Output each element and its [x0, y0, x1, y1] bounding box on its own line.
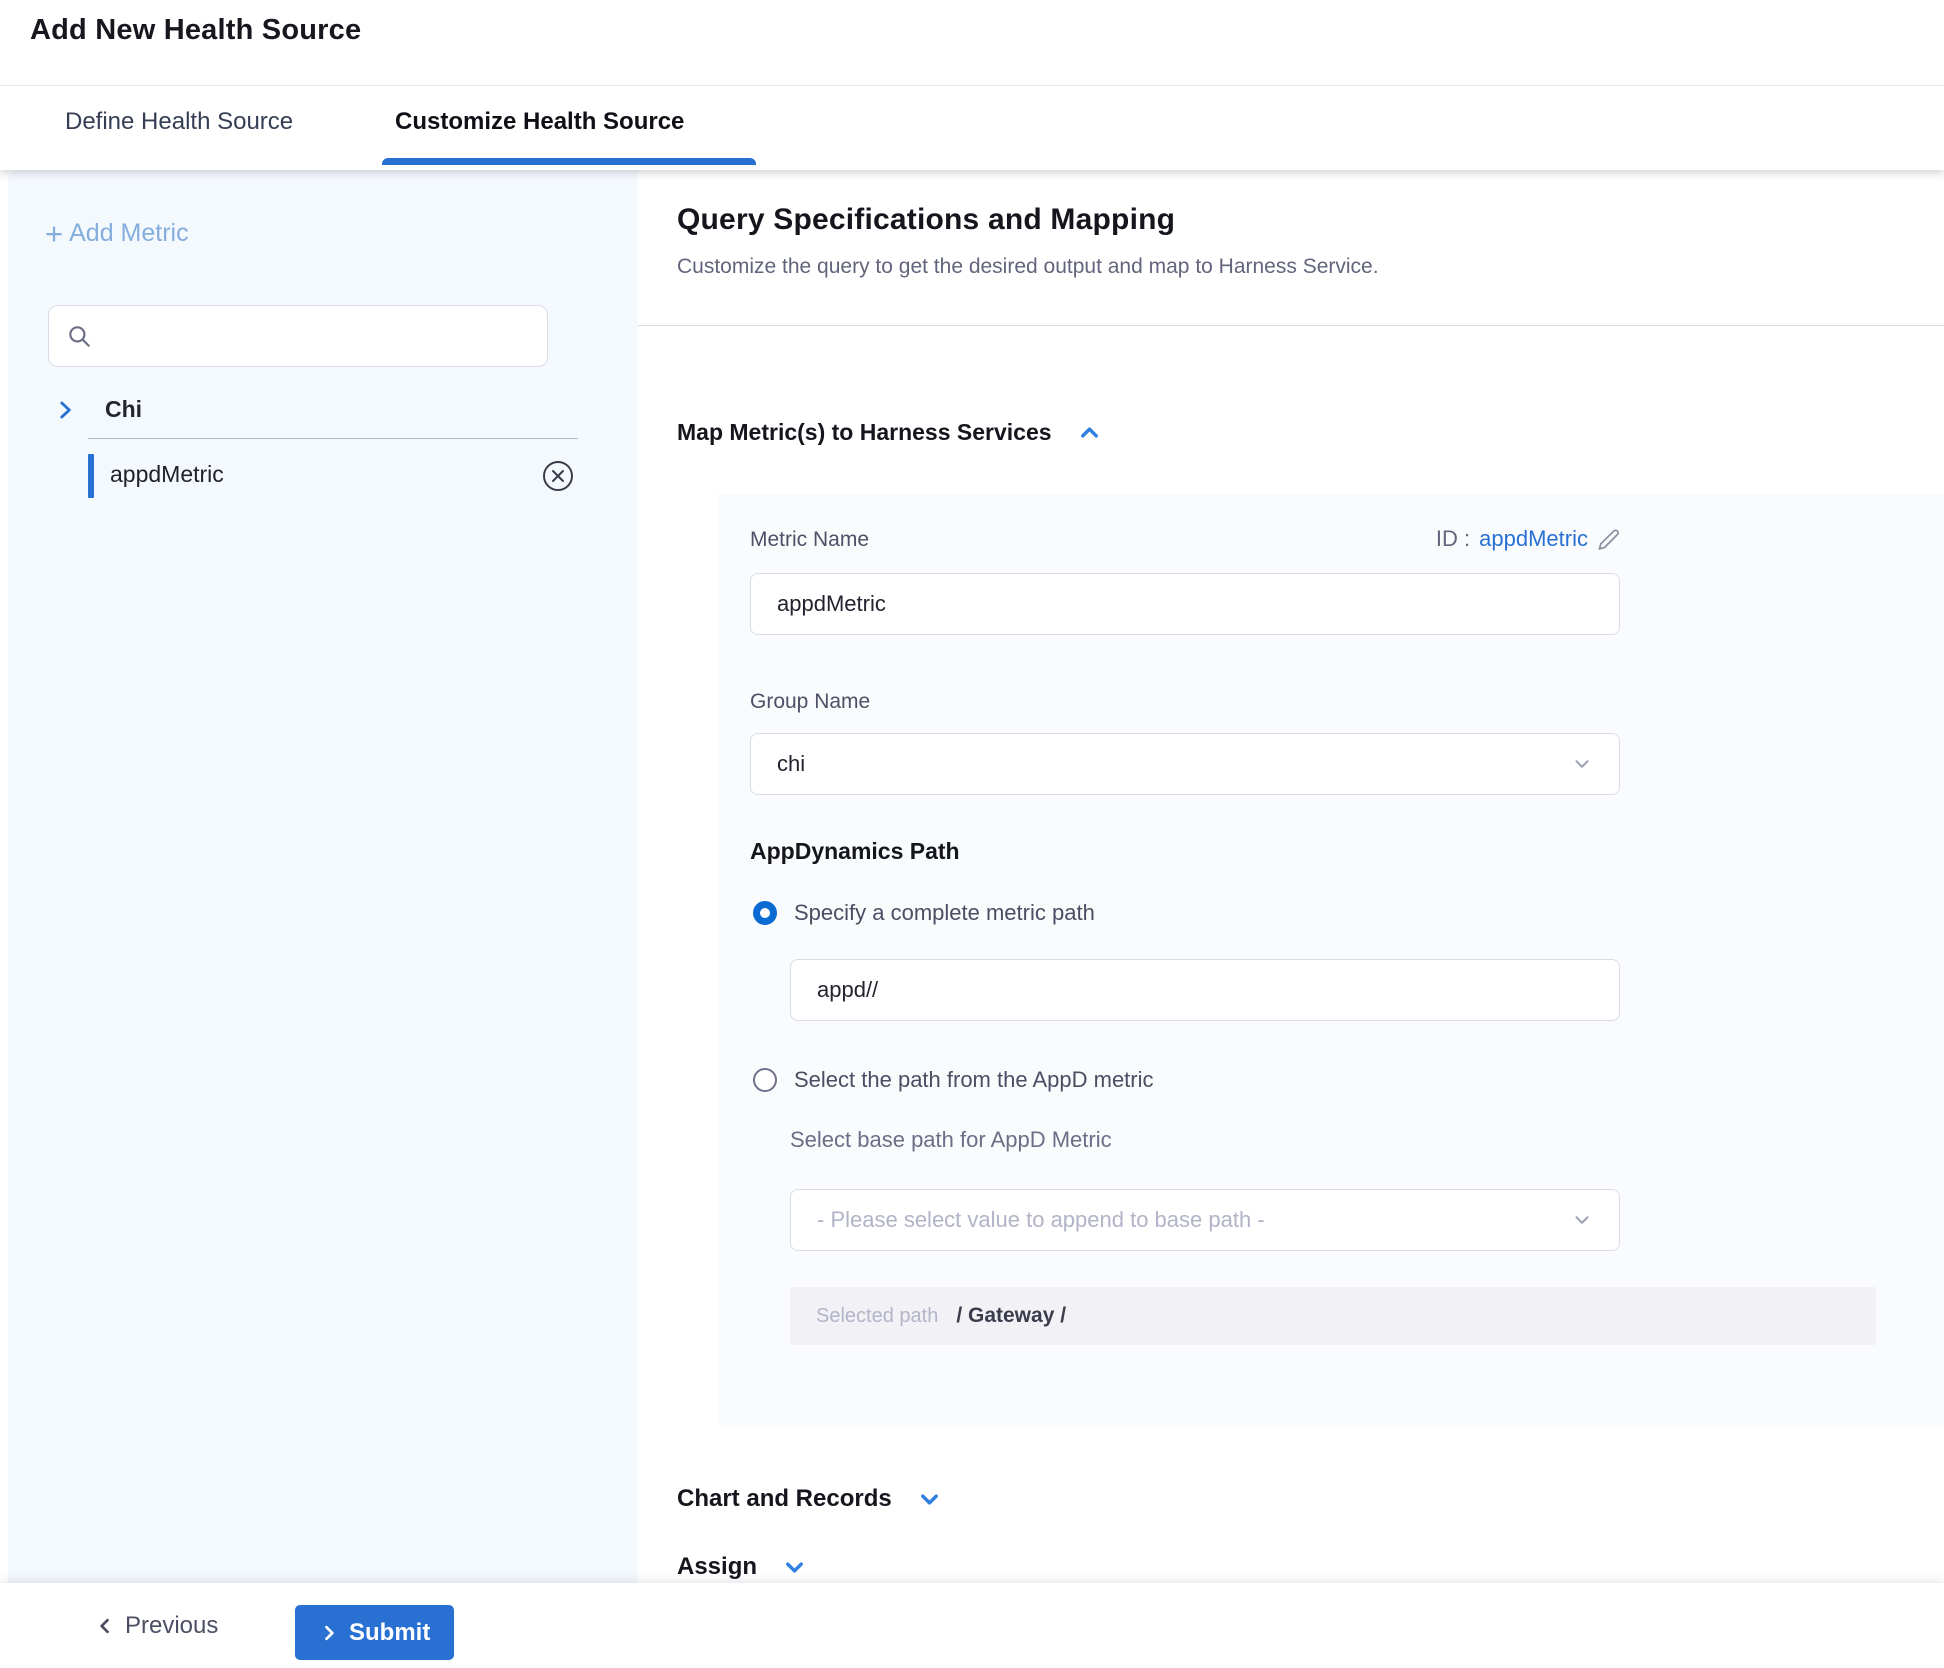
base-path-select[interactable]: - Please select value to append to base …	[790, 1189, 1620, 1251]
radio-complete-metric-path-label: Specify a complete metric path	[794, 900, 1095, 926]
tab-define-label: Define Health Source	[65, 108, 293, 136]
submit-button-label: Submit	[349, 1619, 430, 1647]
map-metrics-section-label: Map Metric(s) to Harness Services	[677, 419, 1052, 446]
metric-item-label: appdMetric	[110, 461, 224, 488]
header-divider	[0, 85, 1944, 86]
tab-define-health-source[interactable]: Define Health Source	[65, 86, 293, 158]
selected-path-box: Selected path / Gateway /	[790, 1287, 1876, 1345]
assign-label: Assign	[677, 1553, 757, 1581]
edit-id-icon[interactable]	[1597, 528, 1620, 551]
plus-icon: +	[45, 218, 63, 249]
base-path-placeholder: - Please select value to append to base …	[817, 1207, 1265, 1233]
group-name-select[interactable]: chi	[750, 733, 1620, 795]
previous-button[interactable]: Previous	[95, 1583, 218, 1668]
submit-button[interactable]: Submit	[295, 1605, 454, 1660]
radio-select-appd-path-label: Select the path from the AppD metric	[794, 1067, 1154, 1093]
tab-customize-label: Customize Health Source	[395, 108, 684, 136]
section-subtitle: Customize the query to get the desired o…	[677, 255, 1379, 279]
section-title: Query Specifications and Mapping	[677, 203, 1175, 237]
chevron-up-icon	[1076, 419, 1103, 446]
metric-search-input[interactable]	[48, 305, 548, 367]
chart-and-records-label: Chart and Records	[677, 1485, 892, 1513]
complete-metric-path-input[interactable]	[790, 959, 1620, 1021]
delete-metric-icon[interactable]	[541, 459, 575, 493]
add-metric-button[interactable]: + Add Metric	[45, 218, 189, 249]
tree-divider	[88, 438, 578, 439]
radio-select-appd-path[interactable]: Select the path from the AppD metric	[753, 1067, 1154, 1093]
tab-bar: Define Health Source Customize Health So…	[0, 86, 1944, 170]
metric-group-row[interactable]: Chi	[52, 396, 142, 423]
metric-id-value[interactable]: appdMetric	[1479, 526, 1588, 552]
radio-selected-icon	[753, 901, 777, 925]
content-card: + Add Metric Chi appdMetric	[8, 170, 1944, 1583]
page-title: Add New Health Source	[30, 14, 361, 47]
chevron-right-icon	[52, 397, 78, 423]
metric-item-appdmetric[interactable]: appdMetric	[8, 452, 638, 500]
assign-section-toggle[interactable]: Assign	[677, 1553, 808, 1581]
radio-complete-metric-path[interactable]: Specify a complete metric path	[753, 900, 1095, 926]
selected-indicator-bar	[88, 454, 94, 498]
chevron-down-icon	[1571, 753, 1593, 775]
appdynamics-path-title: AppDynamics Path	[750, 838, 960, 865]
selected-path-value: / Gateway /	[956, 1304, 1066, 1328]
chevron-down-icon	[1571, 1209, 1593, 1231]
chart-and-records-section-toggle[interactable]: Chart and Records	[677, 1485, 943, 1513]
metric-name-label: Metric Name	[750, 528, 869, 552]
tab-customize-health-source[interactable]: Customize Health Source	[395, 86, 684, 158]
chevron-down-icon	[781, 1554, 808, 1581]
metric-search	[48, 305, 548, 367]
dialog-footer: Previous Submit	[0, 1583, 1944, 1668]
base-path-label: Select base path for AppD Metric	[790, 1127, 1112, 1153]
previous-button-label: Previous	[125, 1612, 218, 1640]
active-tab-indicator	[382, 158, 756, 165]
group-name-value: chi	[777, 751, 805, 777]
selected-path-label: Selected path	[816, 1305, 938, 1328]
add-health-source-dialog: Add New Health Source Define Health Sour…	[0, 0, 1944, 1668]
metrics-sidebar: + Add Metric Chi appdMetric	[8, 170, 638, 1583]
query-specs-panel: Query Specifications and Mapping Customi…	[638, 170, 1944, 1583]
map-metrics-form: Metric Name ID : appdMetric Group Name	[717, 494, 1944, 1425]
map-metrics-section-toggle[interactable]: Map Metric(s) to Harness Services	[677, 419, 1103, 446]
chevron-left-icon	[95, 1616, 115, 1636]
chevron-right-icon	[319, 1623, 339, 1643]
section-divider	[638, 325, 1944, 326]
metric-id-group: ID : appdMetric	[1436, 526, 1620, 552]
metric-name-input[interactable]	[750, 573, 1620, 635]
group-name-label: Group Name	[750, 690, 870, 714]
metric-group-label: Chi	[105, 396, 142, 423]
radio-unselected-icon	[753, 1068, 777, 1092]
add-metric-label: Add Metric	[69, 219, 188, 248]
chevron-down-icon	[916, 1486, 943, 1513]
dialog-header: Add New Health Source	[0, 0, 1944, 85]
metric-id-prefix: ID :	[1436, 526, 1470, 552]
